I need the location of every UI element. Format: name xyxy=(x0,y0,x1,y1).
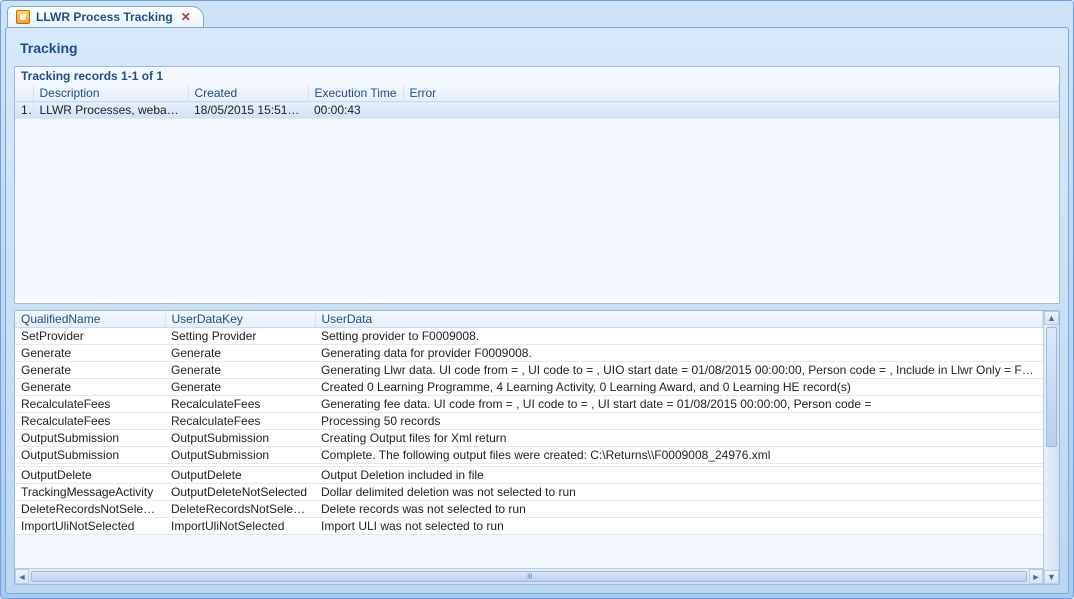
tracking-records-grid[interactable]: Description Created Execution Time Error… xyxy=(15,85,1059,303)
tracking-header-row[interactable]: Description Created Execution Time Error xyxy=(15,85,1059,102)
tracking-records-panel: Tracking records 1-1 of 1 Description Cr… xyxy=(14,66,1060,304)
cell xyxy=(403,102,1059,119)
cell: Generating Llwr data. UI code from = , U… xyxy=(315,362,1043,379)
tab-bar: LLWR Process Tracking ✕ xyxy=(1,1,1073,27)
cell: Generate xyxy=(15,345,165,362)
cell: RecalculateFees xyxy=(15,413,165,430)
cell: Generate xyxy=(15,379,165,396)
hscroll-thumb[interactable] xyxy=(31,571,1027,582)
cell: SetProvider xyxy=(15,328,165,345)
cell: Setting provider to F0009008. xyxy=(315,328,1043,345)
cell: OutputSubmission xyxy=(15,430,165,447)
detail-grid[interactable]: QualifiedName UserDataKey UserData SetPr… xyxy=(15,311,1043,535)
col-created[interactable]: Created xyxy=(188,85,308,102)
table-row[interactable]: SetProviderSetting ProviderSetting provi… xyxy=(15,328,1043,345)
cell: Generating data for provider F0009008. xyxy=(315,345,1043,362)
table-row[interactable]: GenerateGenerateGenerating data for prov… xyxy=(15,345,1043,362)
table-row[interactable]: ImportUliNotSelectedImportUliNotSelected… xyxy=(15,518,1043,535)
col-error[interactable]: Error xyxy=(403,85,1059,102)
cell: Setting Provider xyxy=(165,328,315,345)
detail-grid-filler xyxy=(15,535,1043,568)
cell: 00:00:43 xyxy=(308,102,403,119)
tab-llwr-process-tracking[interactable]: LLWR Process Tracking ✕ xyxy=(7,6,204,27)
cell: Creating Output files for Xml return xyxy=(315,430,1043,447)
cell: Dollar delimited deletion was not select… xyxy=(315,484,1043,501)
cell: Generate xyxy=(165,362,315,379)
detail-header-row[interactable]: QualifiedName UserDataKey UserData xyxy=(15,311,1043,328)
cell: ImportUliNotSelected xyxy=(15,518,165,535)
vertical-scrollbar[interactable]: ▲ ▼ xyxy=(1043,311,1059,584)
cell: ImportUliNotSelected xyxy=(165,518,315,535)
cell: Output Deletion included in file xyxy=(315,467,1043,484)
cell: Generating fee data. UI code from = , UI… xyxy=(315,396,1043,413)
cell: 1 xyxy=(15,102,33,119)
table-row[interactable]: RecalculateFeesRecalculateFeesGenerating… xyxy=(15,396,1043,413)
col-qualified-name[interactable]: QualifiedName xyxy=(15,311,165,328)
scroll-up-icon[interactable]: ▲ xyxy=(1044,311,1059,325)
close-icon[interactable]: ✕ xyxy=(179,11,193,23)
scroll-left-icon[interactable]: ◄ xyxy=(15,569,29,584)
table-row[interactable]: GenerateGenerateGenerating Llwr data. UI… xyxy=(15,362,1043,379)
cell: TrackingMessageActivity xyxy=(15,484,165,501)
tracking-records-caption: Tracking records 1-1 of 1 xyxy=(15,67,1059,85)
table-row[interactable]: RecalculateFeesRecalculateFeesProcessing… xyxy=(15,413,1043,430)
cell: Delete records was not selected to run xyxy=(315,501,1043,518)
cell: LLWR Processes, webadmin xyxy=(33,102,188,119)
cell: Created 0 Learning Programme, 4 Learning… xyxy=(315,379,1043,396)
tab-title: LLWR Process Tracking xyxy=(36,10,173,24)
cell: RecalculateFees xyxy=(165,413,315,430)
col-rownum[interactable] xyxy=(15,85,33,102)
cell: RecalculateFees xyxy=(165,396,315,413)
table-row[interactable]: DeleteRecordsNotSelectedDeleteRecordsNot… xyxy=(15,501,1043,518)
cell: OutputSubmission xyxy=(165,447,315,464)
cell: DeleteRecordsNotSelected xyxy=(165,501,315,518)
cell: Processing 50 records xyxy=(315,413,1043,430)
col-user-data-key[interactable]: UserDataKey xyxy=(165,311,315,328)
cell: Generate xyxy=(165,379,315,396)
vscroll-thumb[interactable] xyxy=(1046,327,1057,447)
detail-panel: QualifiedName UserDataKey UserData SetPr… xyxy=(14,310,1060,585)
cell: OutputSubmission xyxy=(15,447,165,464)
cell: Generate xyxy=(165,345,315,362)
cell: RecalculateFees xyxy=(15,396,165,413)
grid-filler xyxy=(15,119,1059,299)
cell: 18/05/2015 15:51:51 xyxy=(188,102,308,119)
cell: OutputSubmission xyxy=(165,430,315,447)
table-row[interactable]: OutputDeleteOutputDeleteOutput Deletion … xyxy=(15,467,1043,484)
table-row[interactable]: OutputSubmissionOutputSubmissionCreating… xyxy=(15,430,1043,447)
cell: OutputDelete xyxy=(165,467,315,484)
col-description[interactable]: Description xyxy=(33,85,188,102)
client-area: Tracking Tracking records 1-1 of 1 Descr… xyxy=(5,27,1069,594)
col-user-data[interactable]: UserData xyxy=(315,311,1043,328)
cell: Complete. The following output files wer… xyxy=(315,447,1043,464)
horizontal-scrollbar[interactable]: ◄ ► xyxy=(15,568,1043,584)
table-row[interactable]: OutputSubmissionOutputSubmissionComplete… xyxy=(15,447,1043,464)
cell: DeleteRecordsNotSelected xyxy=(15,501,165,518)
scroll-right-icon[interactable]: ► xyxy=(1029,569,1043,584)
cell: Import ULI was not selected to run xyxy=(315,518,1043,535)
cell: OutputDeleteNotSelected xyxy=(165,484,315,501)
section-title: Tracking xyxy=(14,36,1060,60)
cell: OutputDelete xyxy=(15,467,165,484)
table-row[interactable]: GenerateGenerateCreated 0 Learning Progr… xyxy=(15,379,1043,396)
table-row[interactable]: TrackingMessageActivityOutputDeleteNotSe… xyxy=(15,484,1043,501)
cell: Generate xyxy=(15,362,165,379)
scroll-down-icon[interactable]: ▼ xyxy=(1044,570,1059,584)
table-row[interactable]: 1LLWR Processes, webadmin18/05/2015 15:5… xyxy=(15,102,1059,119)
window-frame: LLWR Process Tracking ✕ Tracking Trackin… xyxy=(0,0,1074,599)
app-icon xyxy=(16,10,30,24)
col-exec-time[interactable]: Execution Time xyxy=(308,85,403,102)
